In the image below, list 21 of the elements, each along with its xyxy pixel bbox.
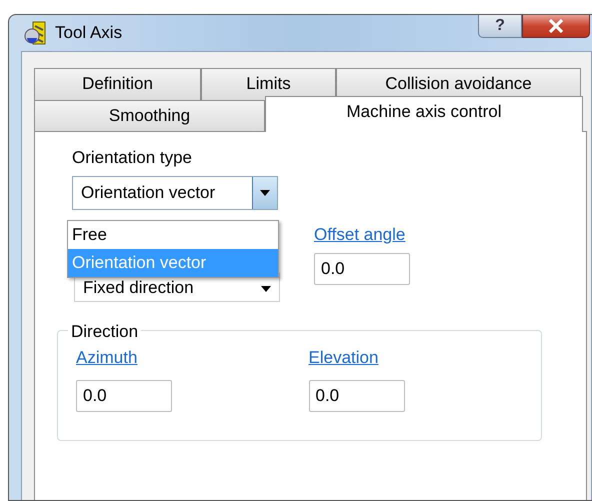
offset-angle-input[interactable]: 0.0	[314, 253, 410, 285]
orientation-type-dropdown[interactable]: Orientation vector	[72, 176, 278, 210]
dropdown-option[interactable]: Free	[68, 221, 278, 249]
tab[interactable]: Machine axis control	[265, 96, 583, 132]
caret-icon	[261, 286, 271, 292]
offset-angle-link[interactable]: Offset angle	[314, 225, 410, 245]
field-label: Orientation type	[72, 148, 194, 168]
number-input[interactable]: 0.0	[308, 380, 404, 412]
tab[interactable]: Limits	[201, 68, 336, 100]
close-icon	[548, 19, 564, 33]
tab[interactable]: Smoothing	[34, 100, 265, 132]
field-link[interactable]: Elevation	[308, 348, 378, 367]
field-link[interactable]: Azimuth	[76, 348, 138, 367]
number-input[interactable]: 0.0	[76, 380, 172, 412]
caret-icon	[260, 190, 270, 196]
close-button[interactable]	[522, 15, 590, 38]
window-title: Tool Axis	[55, 22, 122, 44]
app-icon	[23, 20, 47, 46]
tab[interactable]: Definition	[34, 68, 201, 100]
help-button[interactable]: ?	[478, 15, 522, 38]
select-field[interactable]: Fixed direction	[74, 272, 280, 302]
